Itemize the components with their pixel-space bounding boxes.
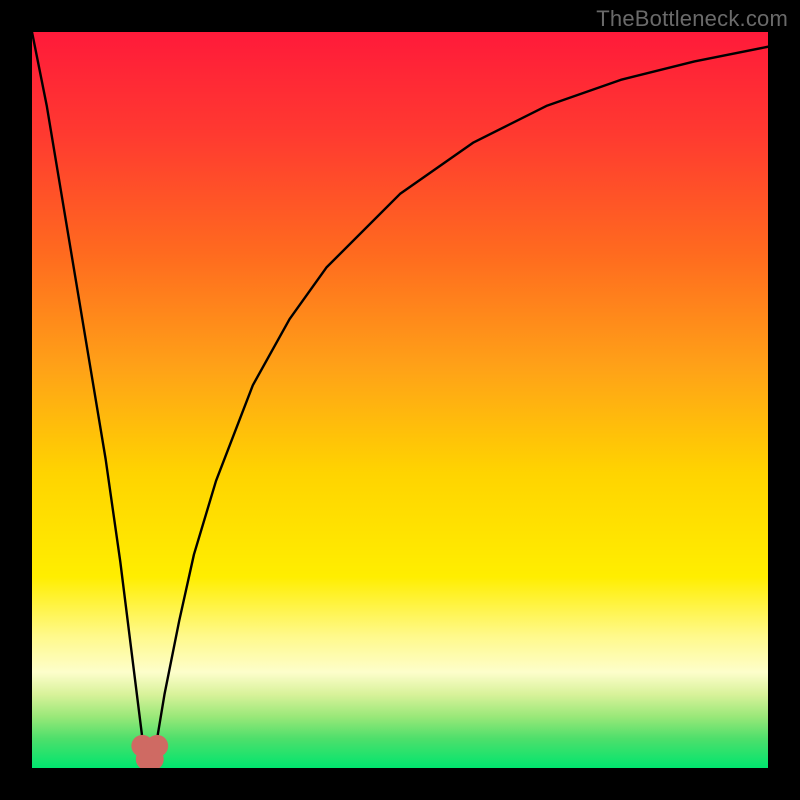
chart-frame: TheBottleneck.com xyxy=(0,0,800,800)
plot-area xyxy=(32,32,768,768)
marker-min-right xyxy=(146,735,168,757)
bottleneck-curve xyxy=(32,32,768,768)
watermark-text: TheBottleneck.com xyxy=(596,6,788,32)
